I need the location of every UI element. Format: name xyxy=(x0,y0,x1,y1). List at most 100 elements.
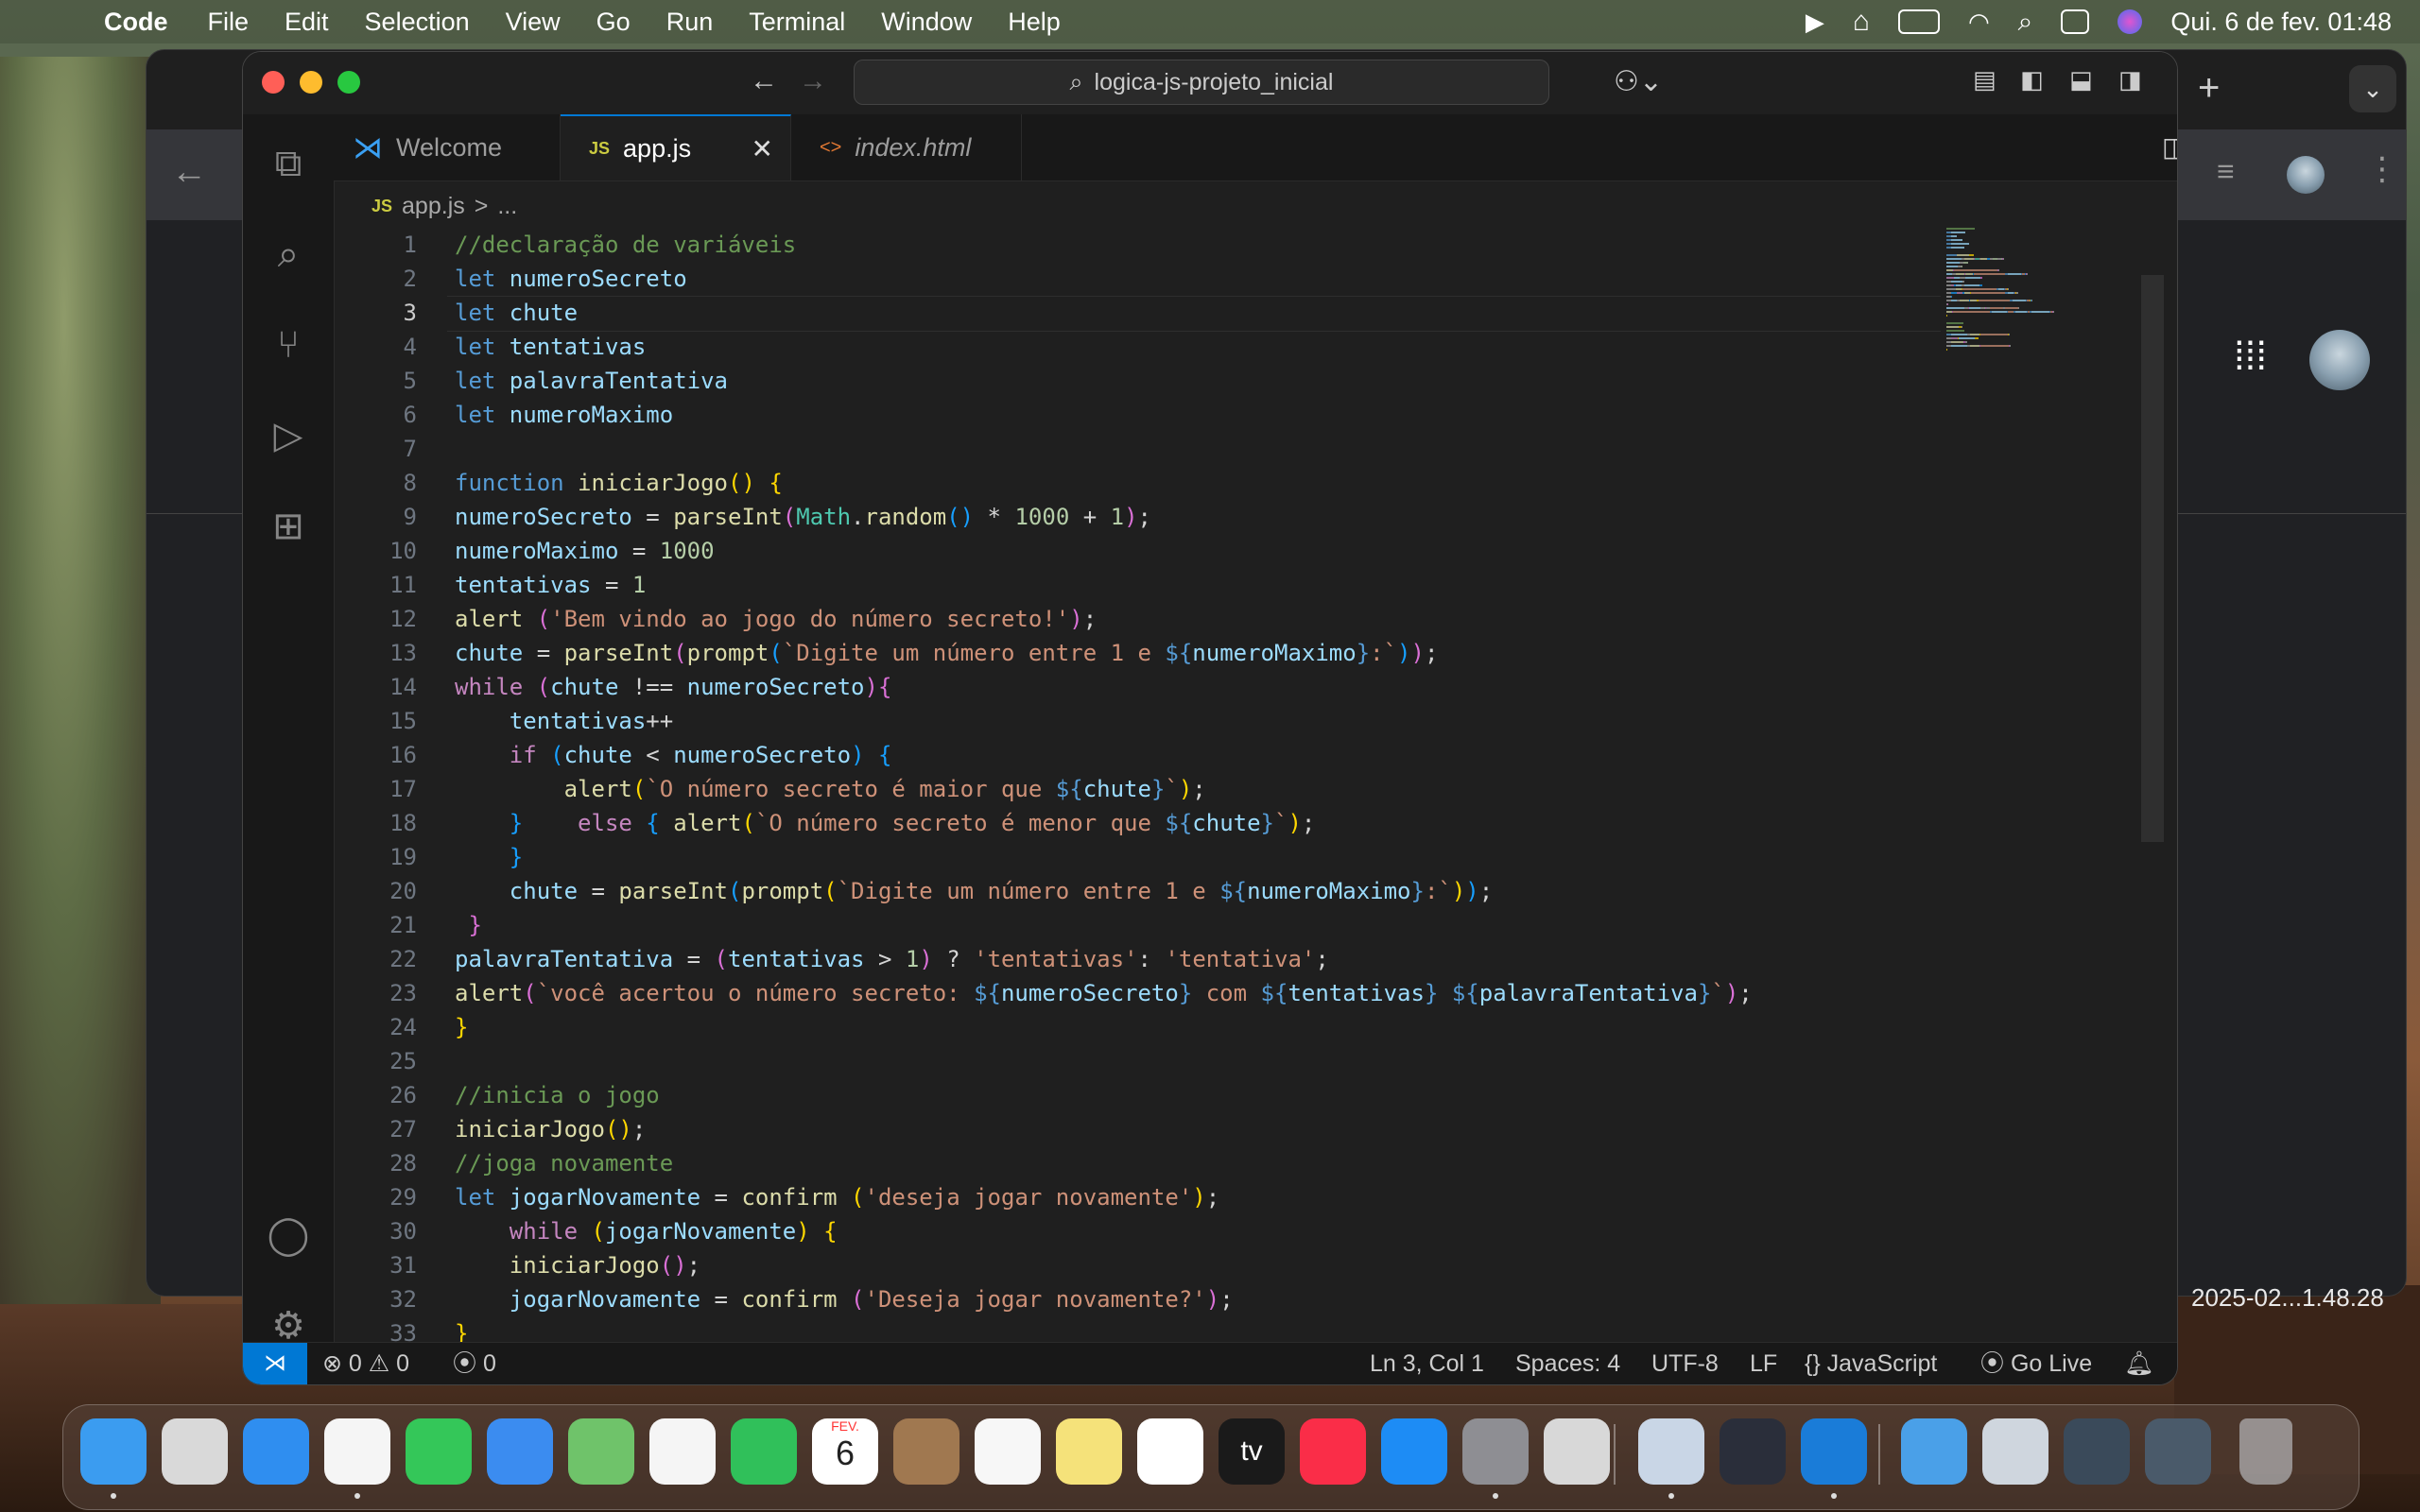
music-icon[interactable] xyxy=(1300,1418,1366,1485)
search-icon[interactable]: ⌕ xyxy=(264,230,313,279)
freeform-icon[interactable] xyxy=(1137,1418,1203,1485)
menu-edit[interactable]: Edit xyxy=(285,8,329,37)
close-tab-icon[interactable]: ✕ xyxy=(752,133,773,164)
contacts-icon[interactable] xyxy=(893,1418,959,1485)
menu-file[interactable]: File xyxy=(208,8,250,37)
explorer-icon[interactable]: ⧉ xyxy=(264,139,313,188)
remote-indicator-icon[interactable]: ⋊ xyxy=(243,1343,307,1384)
menu-selection[interactable]: Selection xyxy=(365,8,470,37)
code-line[interactable]: 16 if (chute < numeroSecreto) { xyxy=(334,738,2130,772)
split-editor-icon[interactable]: ◫ xyxy=(2162,131,2177,163)
system-settings-icon[interactable] xyxy=(1462,1418,1529,1485)
code-line[interactable]: 20 chute = parseInt(prompt(`Digite um nú… xyxy=(334,874,2130,908)
copilot-icon[interactable]: ⚇⌄ xyxy=(1614,65,1663,98)
vscode-icon[interactable] xyxy=(1801,1418,1867,1485)
code-line[interactable]: 22 palavraTentativa = (tentativas > 1) ? … xyxy=(334,942,2130,976)
browser-back-icon[interactable]: ← xyxy=(171,152,207,193)
editor-scrollbar[interactable] xyxy=(2141,275,2164,842)
code-line[interactable]: 23 alert(`você acertou o número secreto: … xyxy=(334,976,2130,1010)
trash-icon[interactable] xyxy=(2239,1418,2292,1485)
command-center[interactable]: ⌕ logica-js-projeto_inicial xyxy=(854,60,1549,105)
minimap[interactable] xyxy=(1946,228,2126,369)
menu-app-name[interactable]: Code xyxy=(104,8,168,37)
menu-help[interactable]: Help xyxy=(1008,8,1061,37)
indentation[interactable]: Spaces: 4 xyxy=(1515,1343,1620,1384)
code-editor[interactable]: 1 //declaração de variáveis 2 let numeroSec… xyxy=(334,228,2177,1384)
nav-back-icon[interactable]: ← xyxy=(750,65,778,97)
photos-icon[interactable] xyxy=(649,1418,716,1485)
toggle-panel-icon[interactable]: ⬓ xyxy=(2069,65,2093,94)
siri-icon[interactable] xyxy=(2118,9,2143,34)
problems-indicator[interactable]: ⊗ 0 ⚠ 0 xyxy=(322,1343,409,1384)
source-control-icon[interactable]: ⑂ xyxy=(264,320,313,369)
language-mode[interactable]: {} JavaScript xyxy=(1805,1343,1937,1384)
toggle-primary-sidebar-icon[interactable]: ◧ xyxy=(2020,65,2044,94)
notifications-bell-icon[interactable]: 🔔︎ xyxy=(2124,1343,2154,1384)
menu-run[interactable]: Run xyxy=(666,8,714,37)
code-line[interactable]: 25 xyxy=(334,1044,2130,1078)
chrome-icon[interactable] xyxy=(324,1418,390,1485)
toggle-secondary-sidebar-icon[interactable]: ◨ xyxy=(2118,65,2142,94)
screenshot-3-icon[interactable] xyxy=(2145,1418,2211,1485)
nav-forward-icon[interactable]: → xyxy=(799,65,827,97)
code-line[interactable]: 14 while (chute !== numeroSecreto){ xyxy=(334,670,2130,704)
wifi-icon[interactable]: ◠ xyxy=(1968,8,1990,37)
calendar-icon[interactable]: FEV. 6 xyxy=(812,1418,878,1485)
screenshot-1-icon[interactable] xyxy=(1982,1418,2048,1485)
launchpad-icon[interactable] xyxy=(162,1418,228,1485)
code-line[interactable]: 32 jogarNovamente = confirm ('Deseja jog… xyxy=(334,1282,2130,1316)
tab-app-js[interactable]: JS app.js ✕ xyxy=(561,114,791,180)
tab-index-html[interactable]: <> index.html xyxy=(791,114,1022,180)
extensions-icon[interactable]: ⊞ xyxy=(264,502,313,551)
breadcrumb-file[interactable]: app.js xyxy=(402,193,465,220)
code-line[interactable]: 7 xyxy=(334,432,2130,466)
screenshot-2-icon[interactable] xyxy=(2064,1418,2130,1485)
code-line[interactable]: 6 let numeroMaximo xyxy=(334,398,2130,432)
code-line[interactable]: 15 tentativas++ xyxy=(334,704,2130,738)
code-line[interactable]: 11 tentativas = 1 xyxy=(334,568,2130,602)
close-window-button[interactable] xyxy=(262,71,285,94)
code-line[interactable]: 26 //inicia o jogo xyxy=(334,1078,2130,1112)
code-line[interactable]: 3 let chute xyxy=(334,296,2130,330)
code-line[interactable]: 13 chute = parseInt(prompt(`Digite um núm… xyxy=(334,636,2130,670)
apps-grid-icon[interactable]: ⁞⁞⁞ xyxy=(2234,334,2267,379)
davinci-resolve-icon[interactable] xyxy=(1720,1418,1786,1485)
play-icon[interactable]: ▶ xyxy=(1806,8,1824,37)
browser-menu-icon[interactable]: ⋮ xyxy=(2366,150,2398,188)
facetime-icon[interactable] xyxy=(731,1418,797,1485)
cursor-position[interactable]: Ln 3, Col 1 xyxy=(1370,1343,1484,1384)
messages-icon[interactable] xyxy=(406,1418,472,1485)
menu-view[interactable]: View xyxy=(506,8,561,37)
safari-icon[interactable] xyxy=(243,1418,309,1485)
menu-window[interactable]: Window xyxy=(881,8,972,37)
apple-tv-icon[interactable]: tv xyxy=(1219,1418,1285,1485)
menu-terminal[interactable]: Terminal xyxy=(749,8,845,37)
home-icon[interactable]: ⌂ xyxy=(1853,6,1870,38)
code-line[interactable]: 29 let jogarNovamente = confirm ('deseja … xyxy=(334,1180,2130,1214)
browser-new-tab-icon[interactable]: + xyxy=(2198,67,2220,110)
spotlight-search-icon[interactable]: ⌕ xyxy=(2018,7,2033,38)
accounts-icon[interactable]: ◯ xyxy=(264,1211,313,1260)
code-line[interactable]: 8 function iniciarJogo() { xyxy=(334,466,2130,500)
maps-icon[interactable] xyxy=(568,1418,634,1485)
preview-icon[interactable] xyxy=(1638,1418,1704,1485)
notes-icon[interactable] xyxy=(1056,1418,1122,1485)
code-line[interactable]: 21 } xyxy=(334,908,2130,942)
browser-tab-search-icon[interactable]: ⌄ xyxy=(2349,65,2396,112)
code-line[interactable]: 19 } xyxy=(334,840,2130,874)
iphone-mirroring-icon[interactable] xyxy=(1544,1418,1610,1485)
end-of-line[interactable]: LF xyxy=(1750,1343,1777,1384)
go-live-button[interactable]: ⦿ Go Live xyxy=(1980,1343,2092,1384)
code-line[interactable]: 1 //declaração de variáveis xyxy=(334,228,2130,262)
run-debug-icon[interactable]: ▷ xyxy=(264,411,313,460)
code-line[interactable]: 12 alert ('Bem vindo ao jogo do número se… xyxy=(334,602,2130,636)
ports-indicator[interactable]: ⦿ 0 xyxy=(453,1343,496,1384)
code-line[interactable]: 10 numeroMaximo = 1000 xyxy=(334,534,2130,568)
code-line[interactable]: 30 while (jogarNovamente) { xyxy=(334,1214,2130,1248)
code-line[interactable]: 18 } else { alert(`O número secreto é me… xyxy=(334,806,2130,840)
code-line[interactable]: 31 iniciarJogo(); xyxy=(334,1248,2130,1282)
browser-profile-avatar[interactable] xyxy=(2287,156,2325,194)
media-control-icon[interactable]: ≡ xyxy=(2217,154,2235,189)
zoom-window-button[interactable] xyxy=(337,71,360,94)
code-line[interactable]: 17 alert(`O número secreto é maior que $… xyxy=(334,772,2130,806)
